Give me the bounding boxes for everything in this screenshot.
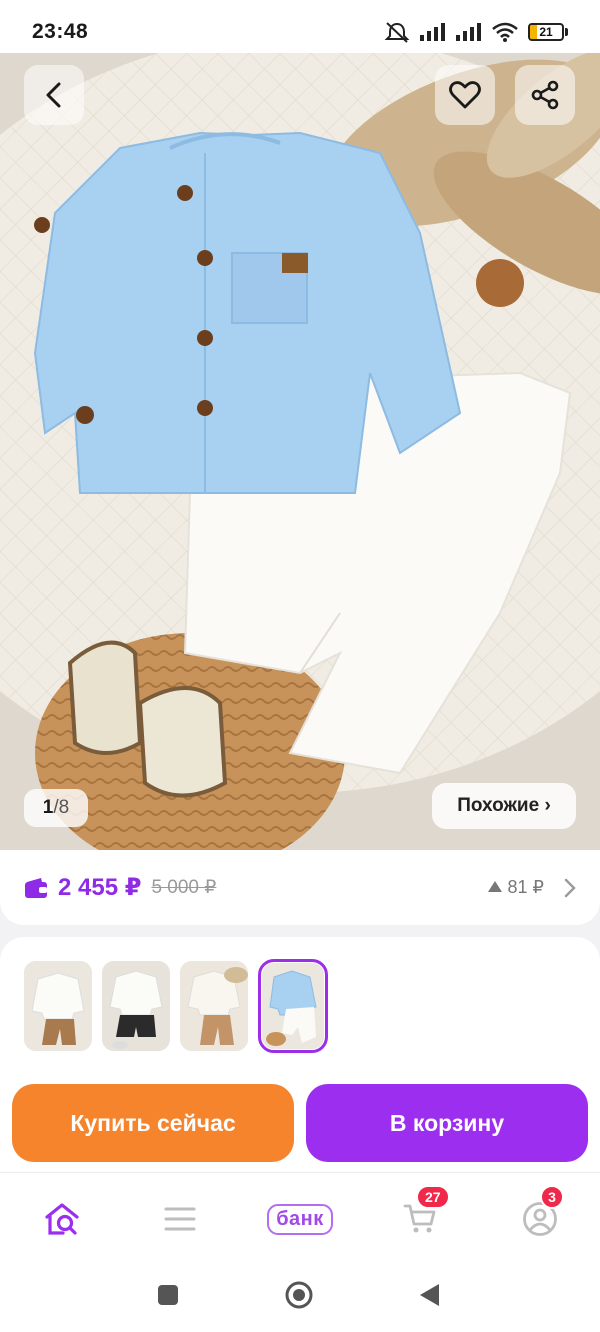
variant-thumbnail[interactable]	[102, 961, 170, 1051]
recents-icon[interactable]	[157, 1284, 179, 1306]
price-current: 2 455 ₽	[58, 874, 142, 901]
wallet-icon	[25, 877, 47, 898]
buy-now-label: Купить сейчас	[70, 1109, 236, 1136]
signal-icon	[456, 23, 481, 41]
favorite-button[interactable]	[435, 65, 495, 125]
system-nav	[0, 1264, 600, 1332]
photo-counter-current: 1	[42, 797, 54, 818]
points-value: 81 ₽	[507, 877, 544, 897]
variant-thumbnail-selected[interactable]	[258, 959, 328, 1053]
similar-products-label: Похожие ›	[457, 795, 551, 816]
battery-fill	[530, 25, 537, 39]
arrow-up-icon	[487, 881, 502, 892]
status-icons: 21	[384, 21, 568, 43]
similar-products-button[interactable]: Похожие ›	[432, 783, 576, 829]
status-time: 23:48	[32, 20, 89, 43]
nav-cart[interactable]: 27	[398, 1185, 450, 1239]
photo-counter: 1 / 8	[24, 789, 88, 827]
blue-shirt	[33, 131, 462, 494]
back-triangle-icon[interactable]	[418, 1283, 440, 1307]
battery-icon: 21	[528, 23, 568, 41]
share-button[interactable]	[515, 65, 575, 125]
mute-icon	[384, 22, 410, 43]
home-search-icon	[45, 1203, 79, 1235]
home-circle-icon[interactable]	[284, 1280, 314, 1310]
menu-icon	[164, 1207, 196, 1231]
chevron-left-icon	[46, 82, 61, 108]
share-icon	[531, 80, 559, 110]
product-image[interactable]: 1 / 8 Похожие ›	[0, 53, 600, 850]
profile-count-badge: 3	[540, 1185, 564, 1209]
variant-thumbnail[interactable]	[180, 961, 248, 1051]
nav-home[interactable]	[40, 1199, 84, 1239]
add-to-cart-label: В корзину	[389, 1109, 505, 1136]
bank-label: банк	[267, 1203, 333, 1235]
nav-profile[interactable]: 3	[518, 1185, 564, 1239]
photo-counter-total: 8	[58, 797, 70, 818]
nav-catalog[interactable]	[158, 1199, 202, 1239]
signal-icon	[420, 23, 445, 41]
product-photo	[0, 53, 600, 850]
price-old: 5 000 ₽	[151, 877, 217, 898]
battery-level: 21	[539, 25, 553, 39]
cta-bar: Купить сейчас В корзину	[0, 1072, 600, 1172]
variant-thumbnail[interactable]	[24, 961, 92, 1051]
variant-thumbnails	[24, 959, 576, 1053]
buy-now-button[interactable]: Купить сейчас	[12, 1084, 294, 1162]
chevron-right-icon	[564, 878, 576, 897]
variants-card	[0, 937, 600, 1077]
price-card[interactable]: 2 455 ₽ 5 000 ₽ 81 ₽	[0, 850, 600, 925]
bottom-nav: банк 27 3	[0, 1172, 600, 1264]
add-to-cart-button[interactable]: В корзину	[306, 1084, 588, 1162]
points-info[interactable]: 81 ₽	[487, 877, 576, 898]
nav-bank[interactable]: банк	[261, 1199, 339, 1239]
wifi-icon	[492, 22, 518, 42]
heart-icon	[449, 81, 481, 109]
back-button[interactable]	[24, 65, 84, 125]
cart-count-badge: 27	[416, 1185, 450, 1209]
